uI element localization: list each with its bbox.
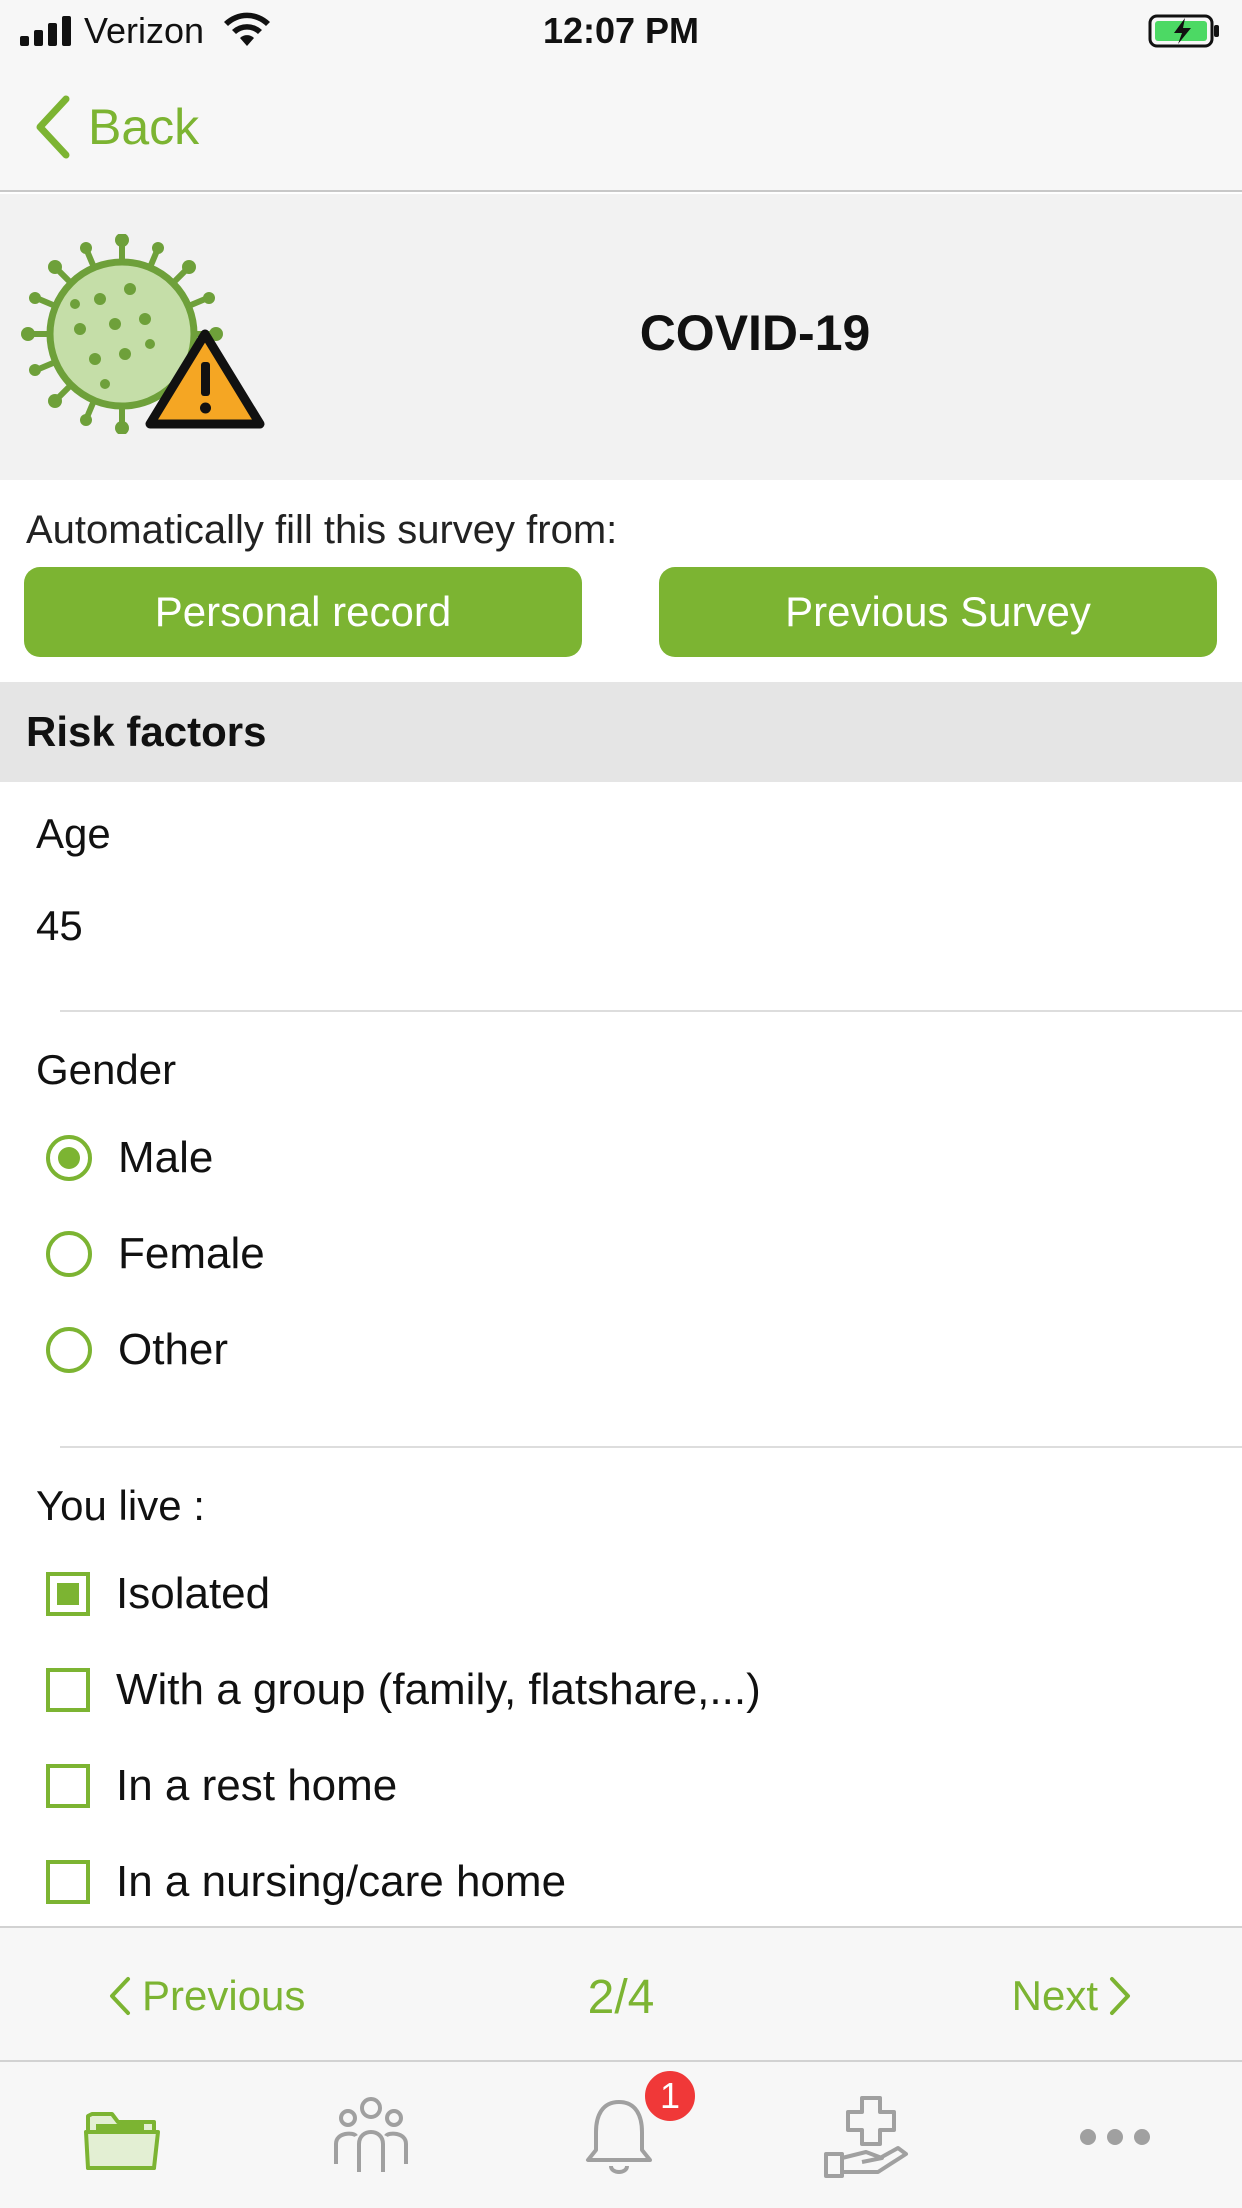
clock: 12:07 PM	[542, 10, 700, 51]
option-label: In a rest home	[116, 1761, 398, 1810]
folder-icon	[84, 2112, 160, 2170]
back-button[interactable]: Back	[34, 92, 199, 162]
tab-records[interactable]	[78, 2092, 168, 2182]
section-header: Risk factors	[0, 682, 1242, 782]
survey-pager: Previous 2/4 Next	[0, 1926, 1242, 2062]
next-page-button[interactable]: Next	[1012, 1972, 1132, 2020]
people-icon	[334, 2097, 408, 2172]
option-label: Male	[118, 1133, 214, 1182]
tab-bar	[0, 2062, 1242, 2208]
survey-title: COVID-19	[639, 305, 871, 361]
chevron-left-icon	[36, 95, 70, 159]
personal-record-button[interactable]: Personal record	[24, 567, 582, 657]
notification-badge: 1	[642, 2068, 698, 2124]
autofill-label: Automatically fill this survey from:	[26, 508, 618, 552]
gender-option-other[interactable]: Other	[46, 1320, 228, 1380]
status-bar: Verizon 12:07 PM	[0, 0, 1242, 62]
living-label: You live :	[36, 1482, 205, 1529]
option-label: Other	[118, 1325, 229, 1374]
radio-icon	[46, 1327, 92, 1373]
divider	[60, 1446, 1242, 1448]
option-label: In a nursing/care home	[116, 1857, 567, 1906]
autofill-section: Automatically fill this survey from: Per…	[0, 480, 1242, 680]
tab-people[interactable]	[326, 2092, 416, 2182]
hand-cross-icon	[824, 2096, 908, 2178]
checkbox-checked-icon	[46, 1572, 90, 1616]
next-label: Next	[1011, 1972, 1098, 2019]
back-label: Back	[88, 99, 200, 155]
age-label: Age	[36, 810, 111, 857]
option-label: Female	[118, 1229, 265, 1278]
gender-option-female[interactable]: Female	[46, 1224, 265, 1284]
divider	[60, 1010, 1242, 1012]
checkbox-icon	[46, 1860, 90, 1904]
radio-selected-icon	[46, 1135, 92, 1181]
age-input[interactable]: 45	[36, 902, 83, 950]
battery-charging-icon	[1148, 14, 1219, 48]
living-option-rest-home[interactable]: In a rest home	[46, 1756, 397, 1816]
gender-option-male[interactable]: Male	[46, 1128, 213, 1188]
living-option-group[interactable]: With a group (family, flatshare,...)	[46, 1660, 761, 1720]
tab-more[interactable]	[1070, 2092, 1160, 2182]
section-title: Risk factors	[26, 708, 267, 755]
gender-label: Gender	[36, 1046, 177, 1093]
living-option-isolated[interactable]: Isolated	[46, 1564, 270, 1624]
tab-care[interactable]	[822, 2092, 912, 2182]
more-icon	[1080, 2129, 1150, 2145]
chevron-right-icon	[1110, 1977, 1130, 2015]
option-label: Isolated	[116, 1569, 271, 1618]
survey-form: Age 45 Gender Male Female Other You live…	[0, 782, 1242, 1926]
navigation-bar: Back	[0, 62, 1242, 192]
checkbox-icon	[46, 1668, 90, 1712]
radio-icon	[46, 1231, 92, 1277]
living-option-nursing-home[interactable]: In a nursing/care home	[46, 1852, 566, 1912]
option-label: With a group (family, flatshare,...)	[116, 1665, 761, 1714]
previous-survey-button[interactable]: Previous Survey	[659, 567, 1217, 657]
checkbox-icon	[46, 1764, 90, 1808]
virus-warning-icon	[21, 234, 265, 434]
survey-header: COVID-19	[0, 194, 1242, 480]
